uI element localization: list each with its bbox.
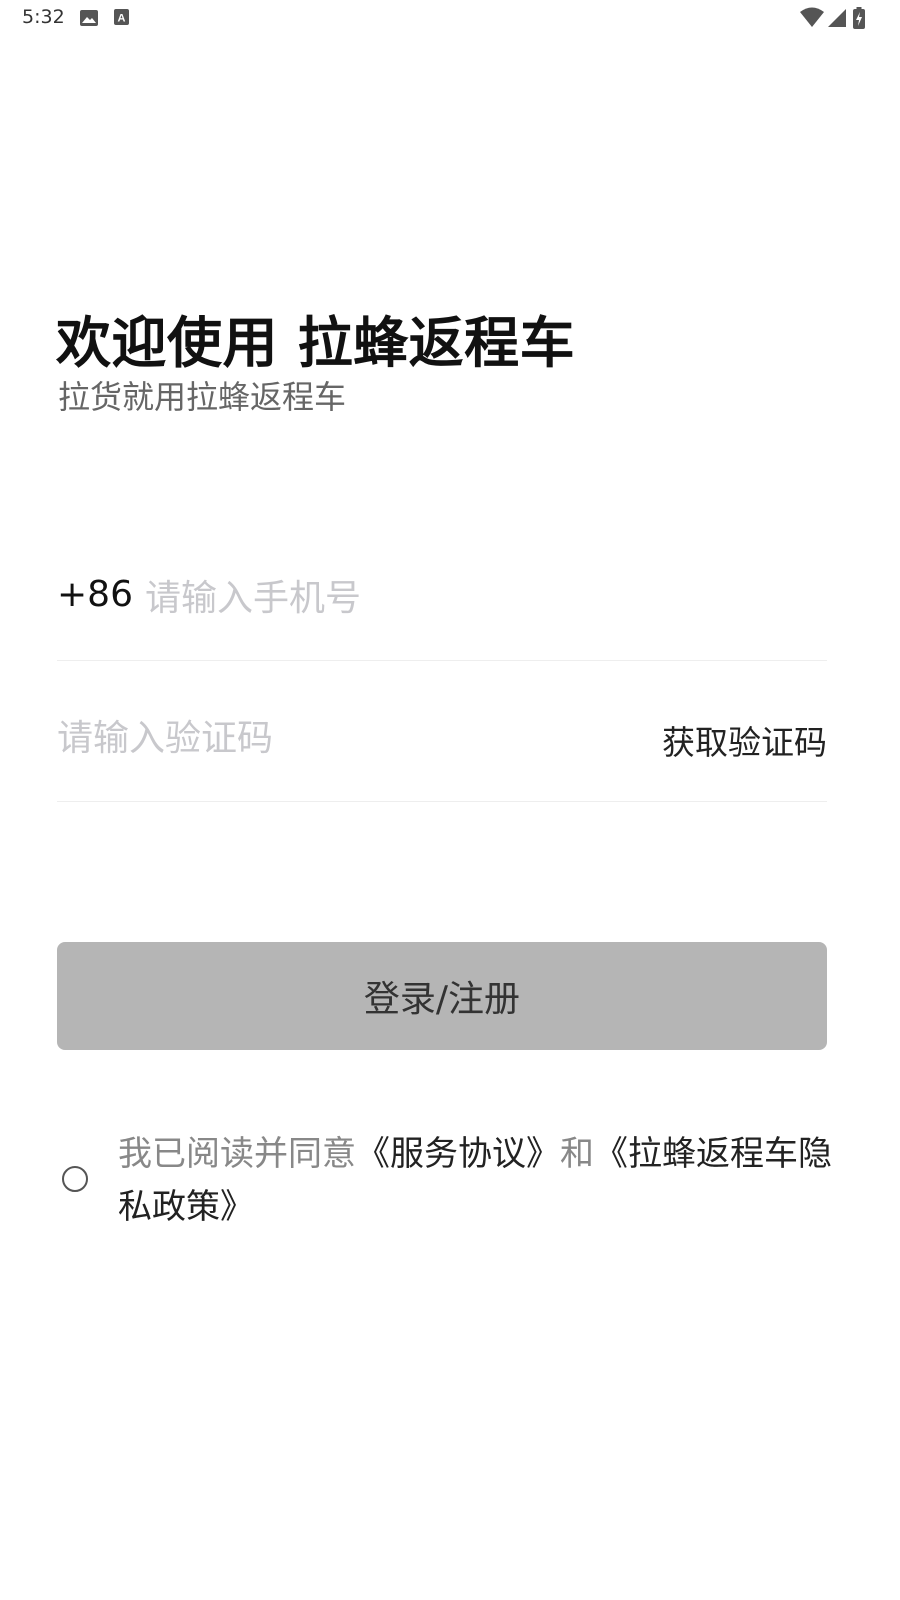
status-time: 5:32	[22, 6, 65, 28]
image-icon	[80, 10, 98, 26]
country-code[interactable]: +86	[57, 574, 133, 615]
agreement-and: 和	[560, 1134, 594, 1174]
login-register-button[interactable]: 登录/注册	[57, 942, 827, 1050]
a-letter-icon: A	[114, 9, 129, 25]
service-agreement-link[interactable]: 《服务协议》	[356, 1134, 560, 1174]
verification-code-row: 获取验证码	[57, 700, 827, 802]
phone-input[interactable]	[145, 570, 745, 626]
status-bar: 5:32 A	[0, 0, 900, 36]
page-title: 欢迎使用 拉蜂返程车	[56, 311, 576, 375]
phone-row: +86	[57, 560, 827, 661]
agreement-radio[interactable]	[62, 1166, 88, 1192]
login-screen: 5:32 A 欢迎使用 拉蜂返程车 拉货就用拉蜂返程车 +86 请输入手机号 请…	[0, 0, 900, 1600]
verification-code-input[interactable]	[57, 710, 597, 766]
get-code-button[interactable]: 获取验证码	[662, 716, 827, 764]
battery-charging-icon	[853, 7, 865, 29]
agreement-prefix: 我已阅读并同意	[118, 1134, 356, 1174]
cellular-signal-icon	[828, 9, 846, 27]
page-subtitle: 拉货就用拉蜂返程车	[58, 378, 347, 416]
wifi-icon	[800, 7, 824, 27]
svg-text:A: A	[118, 13, 126, 25]
agreement-text: 我已阅读并同意《服务协议》和《拉蜂返程车隐私政策》	[118, 1128, 838, 1234]
